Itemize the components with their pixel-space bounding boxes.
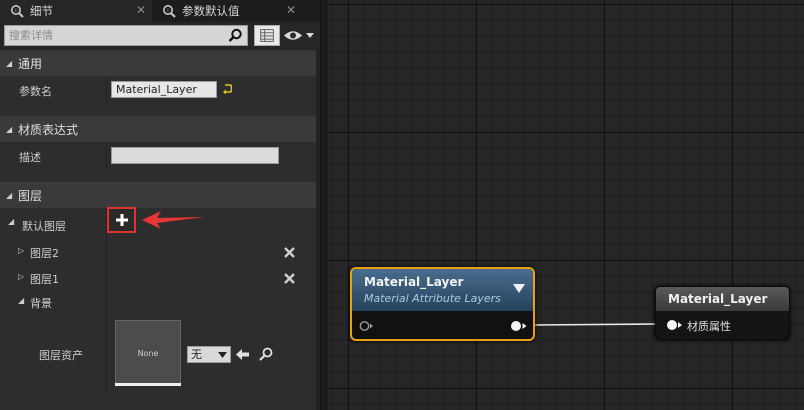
layer-asset-label: 图层资产 — [39, 349, 83, 362]
chevron-down-icon — [218, 352, 227, 358]
grid-view-icon[interactable] — [254, 25, 280, 46]
asset-combo-value: 无 — [191, 348, 202, 361]
output-pin-icon[interactable] — [509, 320, 527, 332]
column-divider[interactable] — [106, 208, 107, 394]
category-general[interactable]: ◢ 通用 — [0, 50, 320, 76]
close-icon[interactable]: ✕ — [286, 3, 296, 17]
default-layers-label: 默认图层 — [22, 220, 66, 233]
tab-parameter-defaults[interactable]: i 参数默认值 ✕ — [152, 0, 302, 22]
category-material-expression-label: 材质表达式 — [18, 122, 79, 137]
layer1-label: 图层1 — [30, 273, 59, 286]
remove-icon[interactable] — [284, 247, 295, 258]
expand-arrow-icon[interactable]: ▷ — [18, 246, 24, 255]
asset-thumbnail[interactable]: None — [115, 320, 181, 386]
search-box[interactable] — [4, 25, 248, 46]
tab-details-icon: i — [11, 5, 24, 18]
collapse-arrow-icon: ◢ — [6, 58, 13, 68]
close-icon[interactable]: ✕ — [136, 3, 146, 17]
expand-arrow-icon[interactable]: ◢ — [8, 217, 14, 226]
asset-combo[interactable]: 无 — [187, 346, 231, 363]
search-input[interactable] — [5, 26, 225, 45]
tab-defaults-icon: i — [163, 5, 176, 18]
thumbnail-strip — [115, 383, 181, 386]
tab-bar: i 细节 ✕ i 参数默认值 ✕ — [0, 0, 320, 22]
node-title: Material_Layer — [668, 292, 768, 306]
tab-details-label: 细节 — [30, 4, 53, 18]
expand-arrow-icon[interactable]: ◢ — [18, 296, 24, 305]
add-layer-button[interactable] — [107, 207, 136, 233]
use-selected-icon[interactable] — [236, 348, 250, 361]
category-material-expression[interactable]: ◢ 材质表达式 — [0, 116, 320, 142]
reset-arrow-icon[interactable] — [223, 84, 232, 94]
collapse-arrow-icon: ◢ — [6, 190, 13, 200]
param-name-label: 参数名 — [19, 85, 52, 98]
graph-canvas[interactable] — [328, 0, 804, 410]
search-row — [0, 22, 320, 50]
param-name-field[interactable]: Material_Layer — [111, 81, 217, 98]
chevron-down-icon[interactable] — [513, 284, 525, 293]
node-title: Material_Layer — [364, 275, 464, 289]
connection-wire — [533, 323, 663, 326]
collapse-arrow-icon: ◢ — [6, 124, 13, 134]
category-general-label: 通用 — [18, 56, 43, 71]
background-label: 背景 — [30, 297, 52, 310]
details-panel: i 细节 ✕ i 参数默认值 ✕ 搜索详情 ◢ 通用 参数名 Material_… — [0, 0, 320, 410]
column-divider[interactable] — [106, 142, 107, 170]
search-icon[interactable] — [228, 28, 243, 43]
annotation-arrow — [142, 211, 204, 229]
layer2-label: 图层2 — [30, 247, 59, 260]
svg-text:i: i — [167, 8, 168, 14]
material-output-node[interactable]: Material_Layer 材质属性 — [655, 286, 790, 340]
thumbnail-text: None — [137, 348, 159, 358]
category-layers-label: 图层 — [18, 188, 43, 203]
input-pin-icon[interactable] — [359, 320, 373, 332]
category-layers[interactable]: ◢ 图层 — [0, 182, 320, 208]
material-layer-node[interactable]: Material_Layer Material Attribute Layers — [350, 267, 535, 341]
expand-arrow-icon[interactable]: ▷ — [18, 272, 24, 281]
add-icon — [115, 214, 128, 226]
description-field[interactable] — [111, 147, 279, 164]
tab-defaults-label: 参数默认值 — [182, 4, 240, 18]
tab-details[interactable]: i 细节 ✕ — [0, 0, 152, 22]
description-label: 描述 — [19, 151, 41, 164]
remove-icon[interactable] — [284, 273, 295, 284]
browse-icon[interactable] — [259, 347, 273, 361]
svg-text:i: i — [15, 8, 16, 14]
node-subtitle: Material Attribute Layers — [364, 292, 501, 305]
input-pin-icon[interactable] — [666, 319, 682, 331]
pin-label: 材质属性 — [687, 320, 731, 333]
panel-splitter[interactable] — [320, 0, 328, 410]
eye-icon[interactable] — [283, 27, 315, 44]
column-divider[interactable] — [106, 76, 107, 104]
